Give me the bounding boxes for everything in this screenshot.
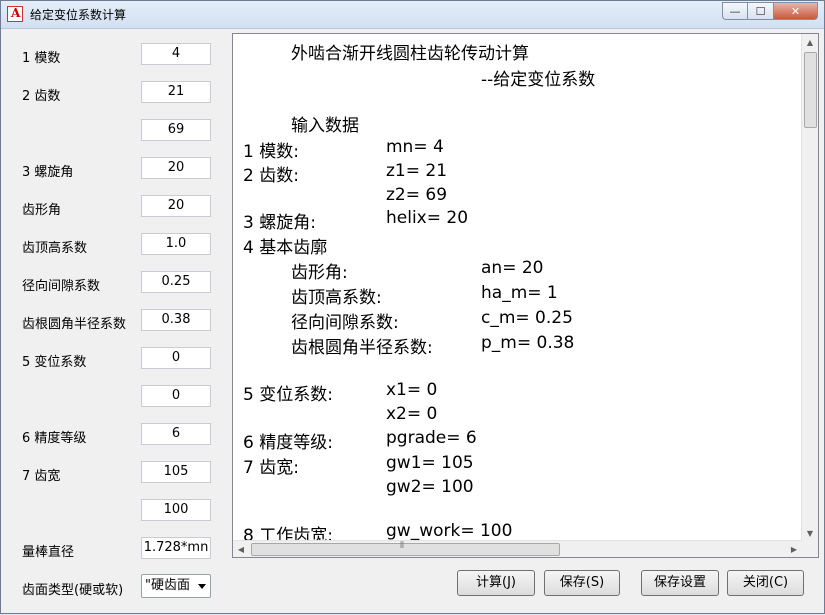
row-helix-value: helix= 20 [386, 208, 469, 228]
surface-type-label: 齿面类型(硬或软) [22, 583, 124, 598]
row-pressure-angle-label: 齿形角: [291, 263, 348, 283]
chevron-down-icon[interactable] [198, 584, 206, 589]
close-window-button[interactable]: ✕ [774, 2, 818, 20]
minimize-icon: — [729, 4, 741, 18]
result-text: 外啮合渐开线圆柱齿轮传动计算 --给定变位系数 输入数据 1 模数: mn= 4… [233, 34, 803, 542]
parameter-panel: 1 模数 4 2 齿数 21 69 3 螺旋角 20 齿形角 20 齿顶高系数 … [1, 29, 226, 615]
face-width-1-input[interactable]: 105 [141, 461, 211, 483]
window-title: 给定变位系数计算 [30, 8, 127, 22]
row-shift-coef-x1: x1= 0 [386, 380, 438, 400]
accuracy-grade-input[interactable]: 6 [141, 423, 211, 445]
row-teeth-z1: z1= 21 [386, 161, 448, 181]
shift-coef-x1-input[interactable]: 0 [141, 347, 211, 369]
helix-label: 3 螺旋角 [22, 165, 74, 180]
scroll-down-icon[interactable]: ▼ [802, 525, 818, 541]
horizontal-scroll-thumb[interactable]: ⦀ [251, 541, 560, 556]
row-module-label: 1 模数: [243, 142, 299, 162]
row-module-value: mn= 4 [386, 137, 444, 157]
vertical-scroll-thumb[interactable] [804, 52, 817, 128]
row-clearance-coef-label: 径向间隙系数: [291, 313, 399, 333]
helix-input[interactable]: 20 [141, 157, 211, 179]
addendum-coef-label: 齿顶高系数 [22, 241, 88, 256]
row-working-width-value: gw_work= 100 [386, 521, 513, 541]
close-button[interactable]: 关闭(C) [727, 570, 804, 596]
row-shift-coef-x2: x2= 0 [386, 404, 438, 424]
maximize-icon: ☐ [755, 4, 766, 18]
result-title: 外啮合渐开线圆柱齿轮传动计算 [291, 44, 529, 64]
vertical-scrollbar[interactable]: ▲ ▼ [801, 34, 818, 541]
clearance-coef-label: 径向间隙系数 [22, 279, 101, 294]
clearance-coef-input[interactable]: 0.25 [141, 271, 211, 293]
row-working-width-label: 8 工作齿宽: [243, 526, 333, 542]
maximize-button[interactable]: ☐ [748, 2, 774, 20]
result-subtitle: --给定变位系数 [481, 70, 596, 90]
row-accuracy-grade-label: 6 精度等级: [243, 433, 333, 453]
pressure-angle-label: 齿形角 [22, 203, 62, 218]
row-shift-coef-label: 5 变位系数: [243, 385, 333, 405]
calculate-button[interactable]: 计算(J) [457, 570, 535, 596]
scroll-up-icon[interactable]: ▲ [802, 34, 818, 50]
app-window: 给定变位系数计算 — ☐ ✕ 1 模数 4 2 齿数 21 69 3 螺旋角 2… [0, 0, 825, 614]
pin-diameter-input[interactable]: 1.728*mn [141, 537, 211, 559]
row-addendum-coef-value: ha_m= 1 [481, 283, 558, 303]
teeth-z2-input[interactable]: 69 [141, 119, 211, 141]
teeth-label: 2 齿数 [22, 89, 61, 104]
face-width-label: 7 齿宽 [22, 469, 61, 484]
shift-coef-x2-input[interactable]: 0 [141, 385, 211, 407]
row-accuracy-grade-value: pgrade= 6 [386, 428, 477, 448]
module-label: 1 模数 [22, 51, 61, 66]
window-controls: — ☐ ✕ [722, 2, 818, 20]
pressure-angle-input[interactable]: 20 [141, 195, 211, 217]
scroll-left-icon[interactable]: ◀ [233, 541, 249, 557]
row-root-fillet-coef-value: p_m= 0.38 [481, 333, 575, 353]
root-fillet-coef-label: 齿根圆角半径系数 [22, 317, 127, 332]
save-settings-button[interactable]: 保存设置 [641, 570, 719, 596]
shift-coef-label: 5 变位系数 [22, 355, 87, 370]
input-section-heading: 输入数据 [291, 116, 359, 136]
row-basic-rack-label: 4 基本齿廓 [243, 238, 328, 258]
row-clearance-coef-value: c_m= 0.25 [481, 308, 573, 328]
module-input[interactable]: 4 [141, 43, 211, 65]
surface-type-value: "硬齿面 [145, 578, 190, 593]
pin-diameter-label: 量棒直径 [22, 545, 75, 560]
scroll-right-icon[interactable]: ▶ [786, 541, 802, 557]
root-fillet-coef-input[interactable]: 0.38 [141, 309, 211, 331]
row-addendum-coef-label: 齿顶高系数: [291, 288, 382, 308]
scroll-corner [802, 541, 818, 557]
accuracy-grade-label: 6 精度等级 [22, 431, 87, 446]
app-icon [7, 6, 23, 22]
minimize-button[interactable]: — [722, 2, 748, 20]
save-button[interactable]: 保存(S) [544, 570, 620, 596]
row-teeth-label: 2 齿数: [243, 166, 299, 186]
horizontal-scrollbar[interactable]: ◀ ⦀ ▶ [233, 540, 802, 557]
row-root-fillet-coef-label: 齿根圆角半径系数: [291, 338, 433, 358]
row-face-width-1: gw1= 105 [386, 453, 474, 473]
row-helix-label: 3 螺旋角: [243, 213, 316, 233]
close-icon: ✕ [790, 4, 801, 18]
row-face-width-label: 7 齿宽: [243, 458, 299, 478]
surface-type-select[interactable]: "硬齿面 [141, 574, 211, 598]
row-pressure-angle-value: an= 20 [481, 258, 544, 278]
result-text-area[interactable]: 外啮合渐开线圆柱齿轮传动计算 --给定变位系数 输入数据 1 模数: mn= 4… [232, 33, 819, 558]
grip-icon: ⦀ [400, 541, 404, 551]
title-bar[interactable]: 给定变位系数计算 — ☐ ✕ [1, 1, 824, 29]
row-face-width-2: gw2= 100 [386, 477, 474, 497]
addendum-coef-input[interactable]: 1.0 [141, 233, 211, 255]
row-teeth-z2: z2= 69 [386, 185, 448, 205]
face-width-2-input[interactable]: 100 [141, 499, 211, 521]
teeth-z1-input[interactable]: 21 [141, 81, 211, 103]
